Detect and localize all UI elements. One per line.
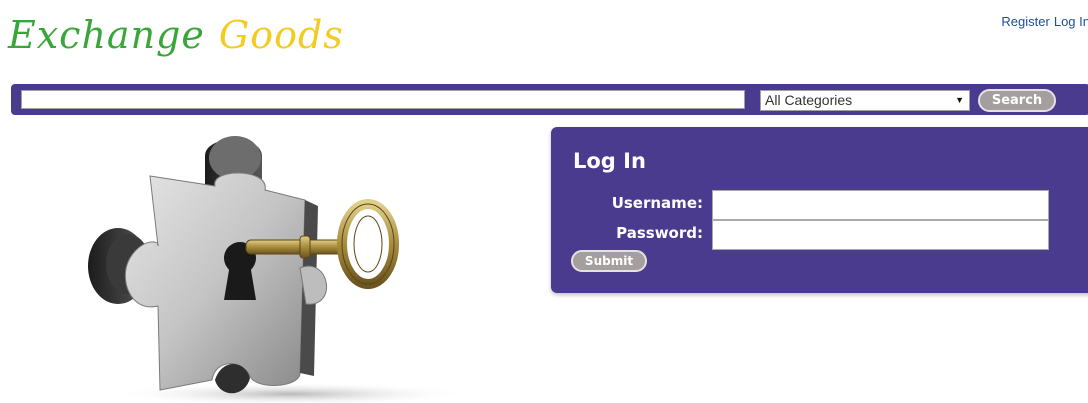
submit-button[interactable]: Submit	[571, 250, 647, 272]
login-title: Log In	[573, 149, 646, 173]
site-logo[interactable]: Exchange Goods	[8, 8, 344, 62]
register-link[interactable]: Register	[1001, 14, 1049, 29]
logo-word-goods: Goods	[218, 13, 344, 57]
search-bar: All Categories ▼ Search	[11, 84, 1088, 115]
username-field[interactable]	[712, 190, 1049, 220]
search-input[interactable]	[21, 90, 745, 109]
logo-word-exchange: Exchange	[8, 13, 205, 57]
top-nav: Register Log In	[997, 14, 1088, 29]
search-button[interactable]: Search	[978, 89, 1056, 112]
puzzle-key-image	[88, 136, 470, 403]
category-select-value: All Categories	[765, 92, 853, 108]
login-link[interactable]: Log In	[1054, 14, 1088, 29]
dropdown-arrow-icon: ▼	[955, 95, 964, 105]
page: Exchange Goods Register Log In All Categor…	[0, 0, 1088, 403]
password-field[interactable]	[712, 220, 1049, 250]
category-select[interactable]: All Categories ▼	[760, 90, 970, 111]
username-label: Username:	[611, 194, 703, 212]
login-panel: Log In Username: Password: Submit	[551, 127, 1088, 293]
password-label: Password:	[616, 224, 703, 242]
